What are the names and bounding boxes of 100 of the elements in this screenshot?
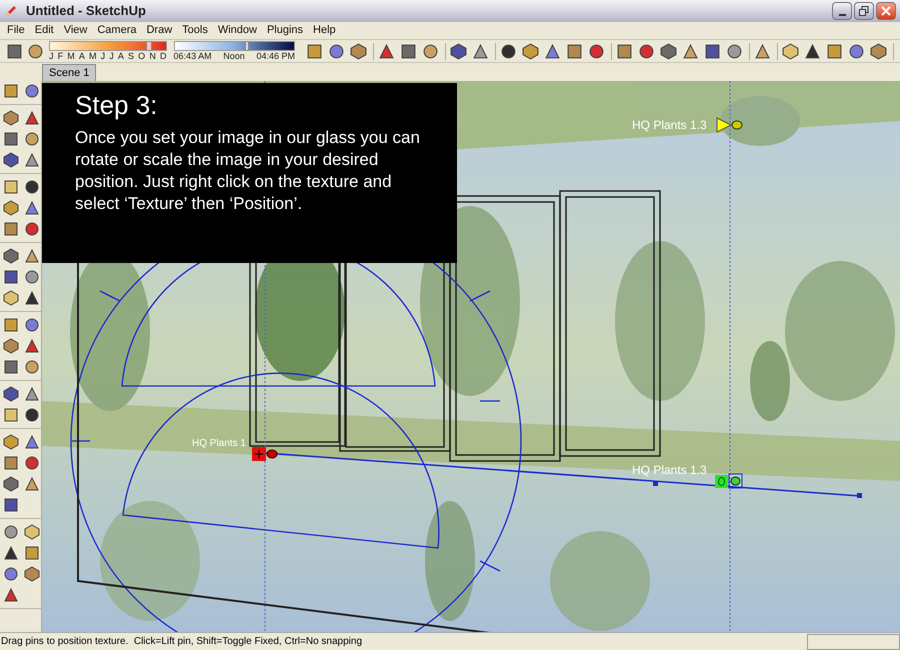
tool-icon[interactable] bbox=[3, 317, 19, 333]
tool-icon[interactable] bbox=[522, 42, 539, 60]
tool-icon[interactable] bbox=[3, 290, 19, 306]
tool-icon[interactable] bbox=[24, 179, 40, 195]
tool-icon[interactable] bbox=[24, 386, 40, 402]
tool-icon[interactable] bbox=[24, 476, 40, 492]
slider-thumb[interactable] bbox=[146, 40, 152, 50]
time-label: 04:46 PM bbox=[256, 50, 295, 62]
tool-icon[interactable] bbox=[3, 455, 19, 471]
tool-icon[interactable] bbox=[24, 524, 40, 540]
tool-icon[interactable] bbox=[24, 152, 40, 168]
tool-icon[interactable] bbox=[24, 248, 40, 264]
tool-icon[interactable] bbox=[3, 131, 19, 147]
tool-icon[interactable] bbox=[726, 42, 743, 60]
tool-icon[interactable] bbox=[24, 131, 40, 147]
tool-icon[interactable] bbox=[826, 42, 843, 60]
close-icon bbox=[881, 6, 891, 16]
tool-icon[interactable] bbox=[3, 497, 19, 513]
step-heading: Step 3: bbox=[75, 89, 158, 121]
pin-label: HQ Plants 1.3 bbox=[632, 117, 707, 134]
tool-icon[interactable] bbox=[24, 434, 40, 450]
menu-item[interactable]: Draw bbox=[141, 22, 178, 39]
menu-item[interactable]: File bbox=[2, 22, 30, 39]
menu-item[interactable]: Camera bbox=[92, 22, 142, 39]
tool-icon[interactable] bbox=[450, 42, 467, 60]
triangle-pin-icon[interactable] bbox=[716, 117, 732, 133]
tool-icon[interactable] bbox=[422, 42, 439, 60]
tool-icon[interactable] bbox=[3, 200, 19, 216]
tool-icon[interactable] bbox=[24, 338, 40, 354]
tool-icon[interactable] bbox=[804, 42, 821, 60]
plus-pin-icon[interactable] bbox=[252, 447, 266, 461]
tool-icon[interactable] bbox=[3, 476, 19, 492]
restore-button[interactable] bbox=[854, 2, 874, 20]
scene-tab[interactable]: Scene 1 bbox=[42, 64, 96, 81]
tool-icon[interactable] bbox=[24, 269, 40, 285]
tool-icon[interactable] bbox=[350, 42, 367, 60]
tool-icon[interactable] bbox=[24, 566, 40, 582]
tool-icon[interactable] bbox=[400, 42, 417, 60]
menu-item[interactable]: Plugins bbox=[262, 22, 308, 39]
tool-icon[interactable] bbox=[3, 152, 19, 168]
tool-icon[interactable] bbox=[3, 524, 19, 540]
tool-icon[interactable] bbox=[754, 42, 771, 60]
menu-item[interactable]: Edit bbox=[30, 22, 59, 39]
tool-icon[interactable] bbox=[3, 83, 19, 99]
tool-icon[interactable] bbox=[24, 359, 40, 375]
tool-icon[interactable] bbox=[3, 338, 19, 354]
tool-icon[interactable] bbox=[3, 386, 19, 402]
menu-item[interactable]: Tools bbox=[177, 22, 213, 39]
tool-icon[interactable] bbox=[3, 434, 19, 450]
tool-icon[interactable] bbox=[378, 42, 395, 60]
tool-icon[interactable] bbox=[3, 566, 19, 582]
tool-icon[interactable] bbox=[682, 42, 699, 60]
tool-icon[interactable] bbox=[870, 42, 887, 60]
date-slider[interactable] bbox=[49, 40, 167, 50]
tool-icon[interactable] bbox=[660, 42, 677, 60]
tool-icon[interactable] bbox=[24, 290, 40, 306]
tool-icon[interactable] bbox=[3, 407, 19, 423]
tool-icon[interactable] bbox=[306, 42, 323, 60]
tool-icon[interactable] bbox=[24, 407, 40, 423]
tool-icon[interactable] bbox=[6, 42, 23, 60]
tool-icon[interactable] bbox=[704, 42, 721, 60]
tool-icon[interactable] bbox=[472, 42, 489, 60]
tool-icon[interactable] bbox=[3, 110, 19, 126]
pushpin-icon[interactable] bbox=[728, 474, 742, 488]
tool-icon[interactable] bbox=[616, 42, 633, 60]
tool-icon[interactable] bbox=[24, 455, 40, 471]
tool-icon[interactable] bbox=[3, 179, 19, 195]
tool-icon[interactable] bbox=[24, 221, 40, 237]
tool-icon[interactable] bbox=[3, 248, 19, 264]
tool-icon[interactable] bbox=[328, 42, 345, 60]
tool-icon[interactable] bbox=[500, 42, 517, 60]
tool-icon[interactable] bbox=[638, 42, 655, 60]
tool-icon[interactable] bbox=[3, 587, 19, 603]
close-button[interactable] bbox=[876, 2, 896, 20]
tool-icon[interactable] bbox=[24, 83, 40, 99]
menu-item[interactable]: Help bbox=[308, 22, 341, 39]
pushpin-icon[interactable] bbox=[266, 450, 278, 458]
tool-icon[interactable] bbox=[544, 42, 561, 60]
tool-icon[interactable] bbox=[566, 42, 583, 60]
tool-icon[interactable] bbox=[848, 42, 865, 60]
pushpin-icon[interactable] bbox=[732, 120, 742, 130]
tool-icon[interactable] bbox=[588, 42, 605, 60]
tool-icon[interactable] bbox=[3, 221, 19, 237]
menu-item[interactable]: View bbox=[58, 22, 92, 39]
time-slider[interactable] bbox=[174, 40, 295, 50]
tool-icon[interactable] bbox=[24, 317, 40, 333]
month-label: A bbox=[118, 50, 124, 62]
month-label: M bbox=[67, 50, 75, 62]
tool-icon[interactable] bbox=[3, 545, 19, 561]
tool-icon[interactable] bbox=[24, 545, 40, 561]
minimize-button[interactable] bbox=[832, 2, 852, 20]
menu-item[interactable]: Window bbox=[212, 22, 262, 39]
circle-pin-icon[interactable] bbox=[715, 475, 728, 488]
tool-icon[interactable] bbox=[3, 269, 19, 285]
tool-icon[interactable] bbox=[782, 42, 799, 60]
tool-icon[interactable] bbox=[24, 200, 40, 216]
tool-icon[interactable] bbox=[27, 42, 44, 60]
tool-icon[interactable] bbox=[3, 359, 19, 375]
slider-thumb[interactable] bbox=[245, 40, 250, 50]
tool-icon[interactable] bbox=[24, 110, 40, 126]
